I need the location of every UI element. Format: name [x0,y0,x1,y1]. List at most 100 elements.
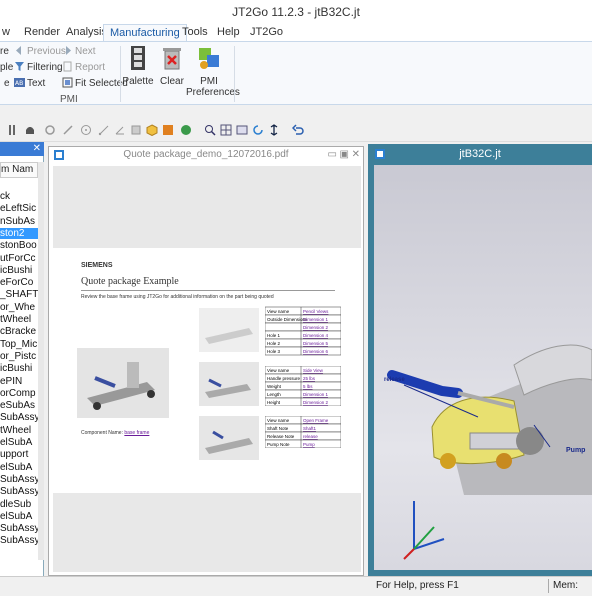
tree-item[interactable]: SubAssy [0,523,38,534]
tree-item[interactable]: utForCc [0,253,38,264]
cube-icon[interactable] [146,124,158,136]
tree-item[interactable]: or_Pistc [0,351,38,362]
component-link[interactable]: base frame [124,430,149,436]
minimize-icon[interactable]: ▭ [328,147,337,163]
tree-item[interactable]: orComp [0,388,38,399]
refresh-icon[interactable] [252,124,264,136]
status-divider [548,579,549,593]
tree-item[interactable]: tWheel [0,314,38,325]
table-cell-link[interactable]: Pencil Views [303,309,329,314]
table-cell-link[interactable]: Dimension 2 [303,325,329,330]
window-icon[interactable] [236,124,248,136]
grid-view-icon[interactable] [220,124,232,136]
circle-tool-icon[interactable] [80,124,92,136]
table-cell-link[interactable]: Dimension 4 [303,333,329,338]
menu-tools[interactable]: Tools [176,24,214,41]
structure-panel: ✕ m Nam ck eLeftSic nSubAs ston2 stonBoo utFo… [0,142,44,576]
part-icon[interactable] [162,124,174,136]
menu-render[interactable]: Render [18,24,66,41]
section-icon[interactable] [130,124,142,136]
filtering-label: Filtering [27,62,63,73]
tree-item[interactable]: upport [0,449,38,460]
table-cell-link[interactable]: Shaft1 [303,426,317,431]
previous-button[interactable]: Previous [14,45,66,59]
undo-icon[interactable] [292,124,304,136]
tree-item[interactable]: _SHAFT [0,289,38,300]
table-cell-link[interactable]: Dimension 1 [303,392,329,397]
tree-item[interactable]: icBushi [0,363,38,374]
status-help: For Help, press F1 [376,580,459,591]
fit-selected-button[interactable]: Fit Selected [62,77,128,91]
tree-item[interactable]: SubAssy [0,474,38,485]
model-viewport[interactable]: release Pump [374,165,592,570]
tree-item[interactable]: or_Whe [0,302,38,313]
pdf-viewer[interactable]: SIEMENS Quote package Example Review the… [53,166,361,572]
tree-item[interactable]: eLeftSic [0,203,38,214]
tree-item[interactable]: eForCo [0,277,38,288]
table-cell-link[interactable]: Dimension 6 [303,349,329,354]
table-cell-link[interactable]: 5 lbs [303,384,313,389]
ribbon-ple[interactable]: ple [0,61,13,75]
ribbon-separator [234,46,235,102]
table-cell-label: Hole 1 [267,333,281,338]
table-cell-label: Height [267,400,281,405]
close-icon[interactable]: ✕ [33,143,41,154]
tree-item[interactable]: dleSub [0,499,38,510]
tree-item[interactable]: nSubAs [0,216,38,227]
measure-icon[interactable] [98,124,110,136]
globe-icon[interactable] [180,124,192,136]
filtering-button[interactable]: Filtering [14,61,63,75]
ribbon-e[interactable]: e [4,77,10,91]
text-button[interactable]: AB Text [14,77,45,91]
angle-icon[interactable] [114,124,126,136]
table-cell-link[interactable]: Dimension 5 [303,341,329,346]
table-cell-link[interactable]: 25 lbs [303,376,316,381]
rotate-icon[interactable] [44,124,56,136]
tree-item[interactable]: ston2 [0,227,38,239]
pmi-preferences-button[interactable]: PMI Preferences [186,45,240,98]
tree-item[interactable]: Top_Mic [0,339,38,350]
vertical-arrows-icon[interactable] [268,124,280,136]
pump-label: Pump [566,447,586,454]
pdf-window-title: Quote package_demo_12072016.pdf ▭ ▣ ✕ [49,147,363,163]
tree-item[interactable]: icBushi [0,265,38,276]
table-cell-link[interactable]: Side View [303,368,324,373]
tree-item[interactable]: ck [0,191,38,202]
line-icon[interactable] [62,124,74,136]
table-cell-link[interactable]: Dimension 1 [303,317,329,322]
tree-item[interactable]: stonBoo [0,240,38,251]
palette-button[interactable]: Palette [122,45,154,87]
table-cell-link[interactable]: Dimension 2 [303,400,329,405]
table-cell-link[interactable]: Open Frame [303,418,329,423]
tree-item[interactable]: elSubA [0,462,38,473]
tree-item[interactable]: SubAssy [0,412,38,423]
tree-item[interactable]: tWheel [0,425,38,436]
menu-help[interactable]: Help [211,24,246,41]
menu-view[interactable]: w [0,24,16,41]
zoom-icon[interactable] [204,124,216,136]
tree-item[interactable]: eSubAs [0,400,38,411]
grip-icon [9,125,15,135]
jack-model [387,344,592,560]
menu-manufacturing[interactable]: Manufacturing [103,24,187,41]
table-cell-link[interactable]: Pump [303,442,315,447]
column-header-name[interactable]: m Nam [0,162,38,178]
tree-item[interactable]: SubAssy [0,486,38,497]
jack-image [77,348,169,418]
menu-jt2go[interactable]: JT2Go [244,24,289,41]
tree-item[interactable]: elSubA [0,437,38,448]
tree-item[interactable]: elSubA [0,511,38,522]
close-icon[interactable]: ✕ [352,147,360,163]
clear-button[interactable]: Clear [157,45,187,87]
vertical-scrollbar[interactable] [38,162,44,560]
tree-item[interactable]: ePIN [0,376,38,387]
hand-icon[interactable] [24,124,36,136]
tree-item[interactable]: cBracke [0,326,38,337]
table-cell-link[interactable]: release [303,434,318,439]
fit-selected-icon [62,77,73,88]
ribbon-re[interactable]: re [0,45,9,59]
report-button[interactable]: Report [62,61,105,75]
maximize-icon[interactable]: ▣ [340,147,349,163]
next-button[interactable]: Next [62,45,96,59]
tree-item[interactable]: SubAssy [0,535,38,546]
